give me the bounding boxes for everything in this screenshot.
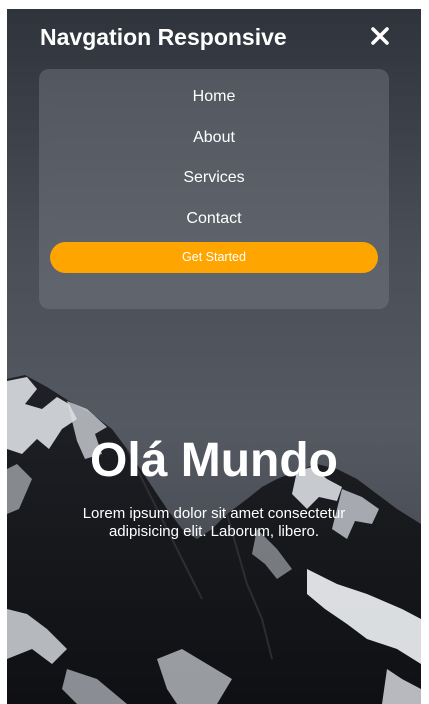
menu-item-home[interactable]: Home xyxy=(39,77,389,118)
page-viewport: Navgation Responsive Home About Services… xyxy=(7,9,421,704)
menu-item-services[interactable]: Services xyxy=(39,158,389,199)
menu-list: Home About Services Contact xyxy=(39,77,389,239)
brand-logo[interactable]: Navgation Responsive xyxy=(40,24,287,51)
menu-item-contact[interactable]: Contact xyxy=(39,199,389,240)
dropdown-menu: Home About Services Contact Get Started xyxy=(39,69,389,309)
hero-title: Olá Mundo xyxy=(90,434,338,487)
navbar: Navgation Responsive xyxy=(7,9,421,69)
close-menu-button[interactable] xyxy=(369,25,391,47)
close-icon xyxy=(371,27,389,45)
get-started-button[interactable]: Get Started xyxy=(50,242,378,273)
hero-description: Lorem ipsum dolor sit amet consectetur a… xyxy=(82,505,346,540)
menu-item-about[interactable]: About xyxy=(39,118,389,159)
